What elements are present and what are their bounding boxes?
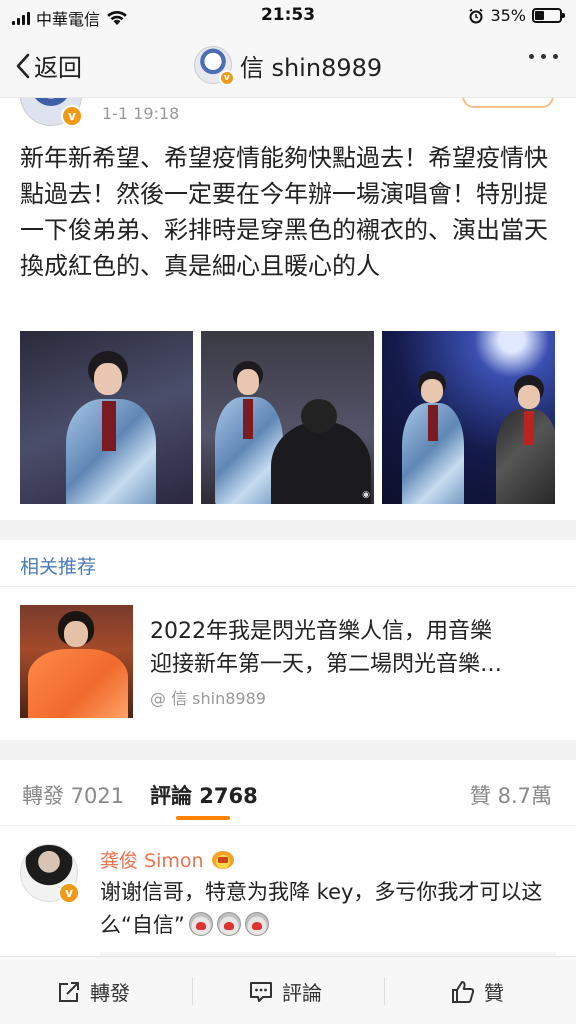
recommend-heading: 相关推荐 — [20, 556, 97, 578]
watermark-icon: ◉ — [362, 490, 370, 500]
post-photos: ◉ — [20, 331, 555, 504]
tab-comments[interactable]: 評論 2768 — [150, 780, 258, 810]
section-divider — [0, 740, 576, 760]
repost-button[interactable]: 轉發 — [56, 977, 130, 1006]
status-right: 35% — [468, 6, 565, 25]
tab-reposts[interactable]: 轉發 7021 — [22, 780, 124, 810]
avatar[interactable]: v — [20, 844, 80, 904]
divider-line — [0, 586, 576, 587]
bottom-toolbar: 轉發 評論 贊 — [0, 956, 576, 1024]
active-tab-indicator — [176, 816, 230, 820]
emoji-icon — [216, 912, 241, 936]
comment-author-name: 龚俊 Simon — [100, 850, 204, 872]
comment-body: 谢谢信哥，特意为我降 key，多亏你我才可以这么“自信” — [100, 880, 543, 937]
nav-bar: 返回 v 信 shin8989 — [0, 34, 576, 98]
emoji-icon — [188, 912, 213, 936]
verified-badge-icon: v — [58, 882, 80, 904]
share-icon — [59, 981, 79, 1002]
nav-title[interactable]: v 信 shin8989 — [0, 46, 576, 86]
toolbar-separator — [384, 977, 385, 1005]
post-avatar[interactable]: v — [20, 98, 83, 127]
status-bar: 中華電信 21:53 35% — [0, 0, 576, 34]
nav-title-text: 信 shin8989 — [239, 53, 383, 82]
verified-badge-icon: v — [218, 70, 235, 86]
comment-item: v 龚俊 Simon 谢谢信哥，特意为我降 key，多亏你我才可以这么“自信” — [0, 838, 576, 958]
post-photo[interactable] — [382, 331, 555, 504]
battery-icon — [532, 8, 565, 23]
recommend-thumbnail — [20, 605, 133, 718]
recommend-text: 2022年我是閃光音樂人信，用音樂 迎接新年第一天，第二場閃光音樂… — [150, 615, 556, 681]
follow-button[interactable] — [462, 98, 554, 108]
engagement-tabs: 轉發 7021 評論 2768 贊 8.7萬 — [0, 760, 576, 826]
post-header: v 1-1 19:18 — [0, 98, 576, 134]
section-divider — [0, 520, 576, 540]
avatar: v — [193, 46, 235, 86]
recommend-card[interactable]: 2022年我是閃光音樂人信，用音樂 迎接新年第一天，第二場閃光音樂… @ 信 s… — [20, 605, 556, 719]
post-photo[interactable] — [20, 331, 193, 504]
like-label: 贊 — [484, 981, 504, 1005]
like-button[interactable]: 贊 — [450, 977, 504, 1006]
comment-label: 評論 — [282, 981, 322, 1005]
verified-badge-icon: v — [61, 105, 83, 127]
post-time: 1-1 19:18 — [102, 104, 180, 123]
comment-button[interactable]: 評論 — [248, 977, 322, 1006]
thumbs-up-icon — [452, 980, 475, 1003]
comment-icon — [250, 981, 272, 1002]
toolbar-separator — [192, 977, 193, 1005]
comment-text: 谢谢信哥，特意为我降 key，多亏你我才可以这么“自信” — [100, 876, 550, 942]
recommend-author: @ 信 shin8989 — [150, 689, 266, 708]
comment-author[interactable]: 龚俊 Simon — [100, 846, 234, 873]
recommend-line-1: 2022年我是閃光音樂人信，用音樂 — [150, 619, 492, 644]
alarm-icon — [469, 8, 483, 23]
tab-likes[interactable]: 贊 8.7萬 — [470, 780, 552, 810]
battery-percent: 35% — [490, 6, 526, 25]
post-text: 新年新希望、希望疫情能夠快點過去！希望疫情快點過去！然後一定要在今年辦一場演唱會… — [20, 144, 548, 280]
crown-badge-icon — [211, 850, 234, 869]
repost-label: 轉發 — [90, 981, 130, 1005]
more-options-icon[interactable] — [529, 54, 558, 59]
recommend-line-2: 迎接新年第一天，第二場閃光音樂… — [150, 652, 503, 677]
emoji-icon — [244, 912, 269, 936]
post-photo[interactable]: ◉ — [201, 331, 374, 504]
